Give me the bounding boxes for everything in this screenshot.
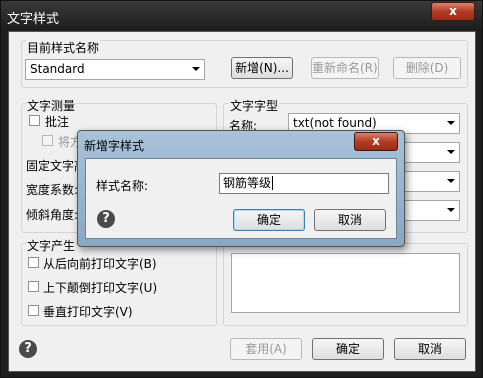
close-icon: x	[372, 134, 380, 148]
vertical-checkbox[interactable]	[28, 305, 39, 316]
upside-down-label: 上下颠倒打印文字(U)	[43, 281, 158, 295]
dialog-client-area: 样式名称: 钢筋等级 ? 确定 取消	[85, 158, 397, 239]
current-style-group-label: 目前样式名称	[26, 39, 101, 56]
cancel-button[interactable]: 取消	[394, 338, 466, 360]
dialog-ok-label: 确定	[256, 213, 281, 227]
backwards-checkbox[interactable]	[28, 257, 39, 268]
dialog-cancel-button[interactable]: 取消	[314, 209, 386, 231]
title-bar: 文字样式 x	[1, 1, 482, 31]
width-factor-label: 宽度系数:	[26, 183, 79, 197]
cancel-button-label: 取消	[417, 342, 442, 356]
new-style-button-label: 新增(N)...	[235, 61, 289, 75]
current-style-select[interactable]: Standard	[25, 59, 205, 80]
help-icon[interactable]: ?	[97, 210, 115, 228]
text-generate-group-label: 文字产生	[26, 237, 77, 254]
text-caret	[272, 176, 274, 190]
close-icon: x	[449, 4, 457, 18]
annotation-label: 批注	[45, 115, 70, 129]
apply-button-label: 套用(A)	[245, 342, 287, 356]
delete-style-button[interactable]: 删除(D)	[393, 57, 461, 79]
current-style-value: Standard	[30, 62, 85, 76]
dialog-ok-button[interactable]: 确定	[233, 209, 305, 231]
annotation-checkbox[interactable]	[29, 115, 40, 126]
window-title: 文字样式	[7, 12, 60, 27]
annotation-sub-checkbox[interactable]	[42, 135, 53, 146]
chevron-down-icon	[447, 208, 455, 212]
preview-box	[231, 253, 460, 313]
font-group-label: 文字字型	[229, 97, 280, 114]
window-close-button[interactable]: x	[431, 2, 475, 21]
dialog-close-button[interactable]: x	[354, 132, 398, 151]
chevron-down-icon	[192, 67, 200, 71]
chevron-down-icon	[447, 121, 455, 125]
text-measure-group-label: 文字测量	[26, 97, 77, 114]
ok-button[interactable]: 确定	[312, 338, 384, 360]
style-name-label: 样式名称:	[96, 179, 149, 193]
font-name-value: txt(not found)	[293, 116, 377, 130]
oblique-angle-label: 倾斜角度:	[26, 208, 79, 222]
dialog-title: 新增字样式	[84, 139, 145, 153]
vertical-label: 垂直打印文字(V)	[43, 305, 133, 319]
new-style-button[interactable]: 新增(N)...	[231, 57, 293, 79]
style-name-input[interactable]: 钢筋等级	[219, 173, 389, 194]
chevron-down-icon	[447, 150, 455, 154]
style-name-value: 钢筋等级	[223, 176, 272, 190]
backwards-label: 从后向前打印文字(B)	[43, 257, 157, 271]
help-icon[interactable]: ?	[19, 340, 37, 358]
dialog-cancel-label: 取消	[337, 213, 362, 227]
chevron-down-icon	[447, 179, 455, 183]
apply-button[interactable]: 套用(A)	[230, 338, 302, 360]
rename-style-button-label: 重新命名(R)...	[312, 61, 378, 75]
upside-down-checkbox[interactable]	[28, 281, 39, 292]
delete-style-button-label: 删除(D)	[405, 61, 449, 75]
rename-style-button[interactable]: 重新命名(R)...	[311, 57, 379, 79]
ok-button-label: 确定	[335, 342, 360, 356]
new-style-dialog: 新增字样式 x 样式名称: 钢筋等级 ? 确定 取消	[77, 130, 405, 247]
